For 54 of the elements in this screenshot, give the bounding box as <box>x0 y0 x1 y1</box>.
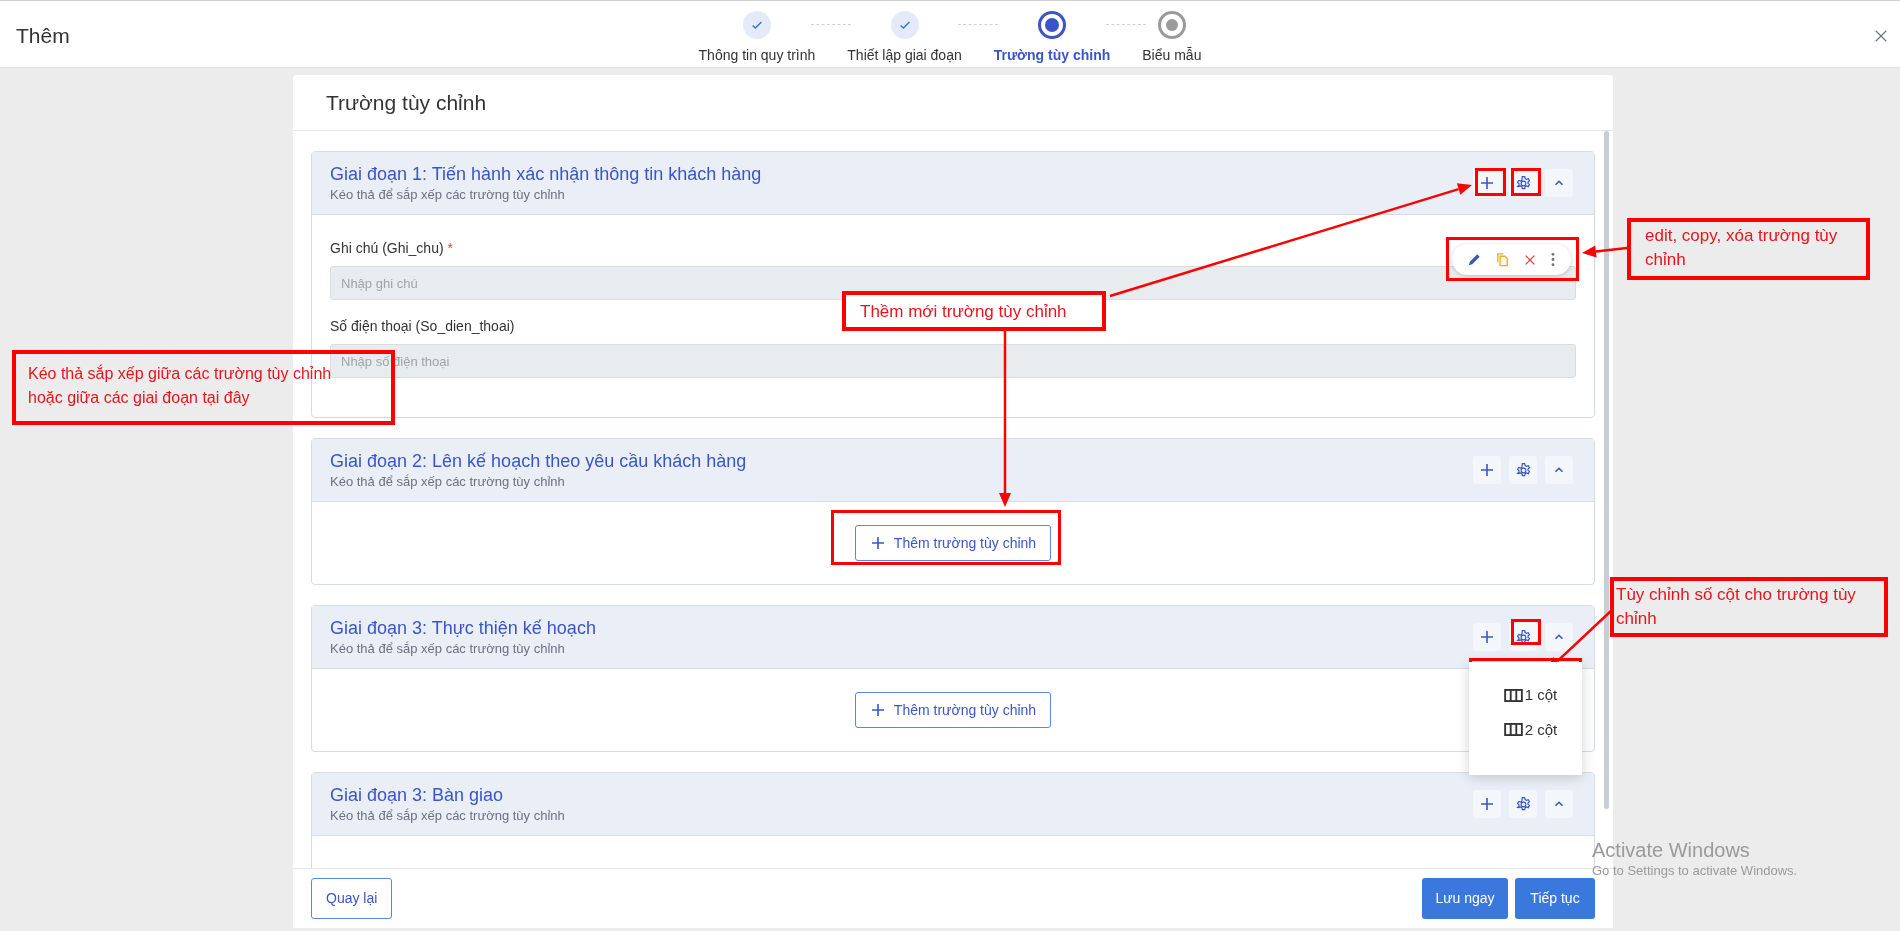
collapse-button[interactable] <box>1545 623 1573 651</box>
plus-icon <box>1479 462 1495 478</box>
add-field-button[interactable] <box>1473 790 1501 818</box>
copy-icon[interactable] <box>1494 252 1510 267</box>
columns-icon <box>1503 688 1523 702</box>
more-icon[interactable] <box>1550 252 1557 267</box>
step-label[interactable]: Trường tùy chỉnh <box>993 45 1111 66</box>
next-button[interactable]: Tiếp tục <box>1515 878 1595 919</box>
stage-title: Giai đoạn 3: Bàn giao <box>330 784 505 807</box>
column-option[interactable]: 2 cột <box>1493 718 1558 741</box>
add-field-button[interactable] <box>1473 623 1501 651</box>
field-label: Số điện thoại (So_dien_thoai) <box>330 317 516 336</box>
window-title: Thêm <box>15 23 71 49</box>
add-custom-field-button[interactable]: Thêm trường tùy chỉnh <box>855 525 1051 561</box>
save-button[interactable]: Lưu ngay <box>1422 878 1508 919</box>
stage-hint: Kéo thả để sắp xếp các trường tùy chỉnh <box>330 807 566 825</box>
plus-icon <box>1479 796 1495 812</box>
annotation-note: Thềm mới trường tùy chỉnh <box>842 291 1106 331</box>
card-title: Trường tùy chỉnh <box>326 89 487 116</box>
highlight-frame <box>1511 168 1541 196</box>
plus-icon <box>1479 629 1495 645</box>
columns-icon <box>1503 723 1523 737</box>
highlight-frame <box>1511 619 1541 645</box>
highlight-frame <box>1475 168 1506 196</box>
required-mark: * <box>447 239 454 258</box>
settings-button[interactable] <box>1509 456 1537 484</box>
plus-icon <box>869 702 886 718</box>
close-icon <box>1874 29 1888 43</box>
annotation-arrow <box>1582 245 1628 258</box>
plus-icon <box>1479 175 1495 191</box>
settings-icon <box>1514 461 1532 479</box>
stage-hint: Kéo thả để sắp xếp các trường tùy chỉnh <box>330 473 566 491</box>
stage-hint: Kéo thả để sắp xếp các trường tùy chỉnh <box>330 186 566 204</box>
annotation-note: edit, copy, xóa trường tùy chỉnh <box>1627 218 1870 280</box>
annotation-note: Tùy chỉnh số cột cho trường tùy chỉnh <box>1610 577 1888 637</box>
stage-hint: Kéo thả để sắp xếp các trường tùy chỉnh <box>330 640 566 658</box>
scrollbar-thumb[interactable] <box>1604 131 1609 809</box>
column-option[interactable]: 1 cột <box>1493 684 1558 707</box>
stage-title: Giai đoạn 2: Lên kế hoạch theo yêu cầu khách hàng <box>330 450 748 473</box>
plus-icon <box>869 535 886 551</box>
field-label: Ghi chú (Ghi_chu) <box>330 239 444 258</box>
back-button[interactable]: Quay lại <box>311 878 393 919</box>
step-label[interactable]: Biểu mẫu <box>1142 45 1202 66</box>
settings-icon <box>1514 174 1532 192</box>
add-field-button[interactable] <box>1473 456 1501 484</box>
step-label[interactable]: Thông tin quy trình <box>698 45 816 66</box>
activation-notice-detail: Go to Settings to activate Windows. <box>1592 862 1798 880</box>
settings-icon <box>1514 795 1532 813</box>
add-custom-field-button[interactable]: Thêm trường tùy chỉnh <box>855 692 1051 728</box>
activation-notice-title: Activate Windows <box>1592 838 1751 862</box>
stage-title: Giai đoạn 3: Thực thiện kế hoạch <box>330 617 597 640</box>
settings-button[interactable] <box>1509 790 1537 818</box>
step-label[interactable]: Thiết lập giai đoạn <box>847 45 962 66</box>
stage-title: Giai đoạn 1: Tiến hành xác nhận thông tin khách hàng <box>330 163 763 186</box>
